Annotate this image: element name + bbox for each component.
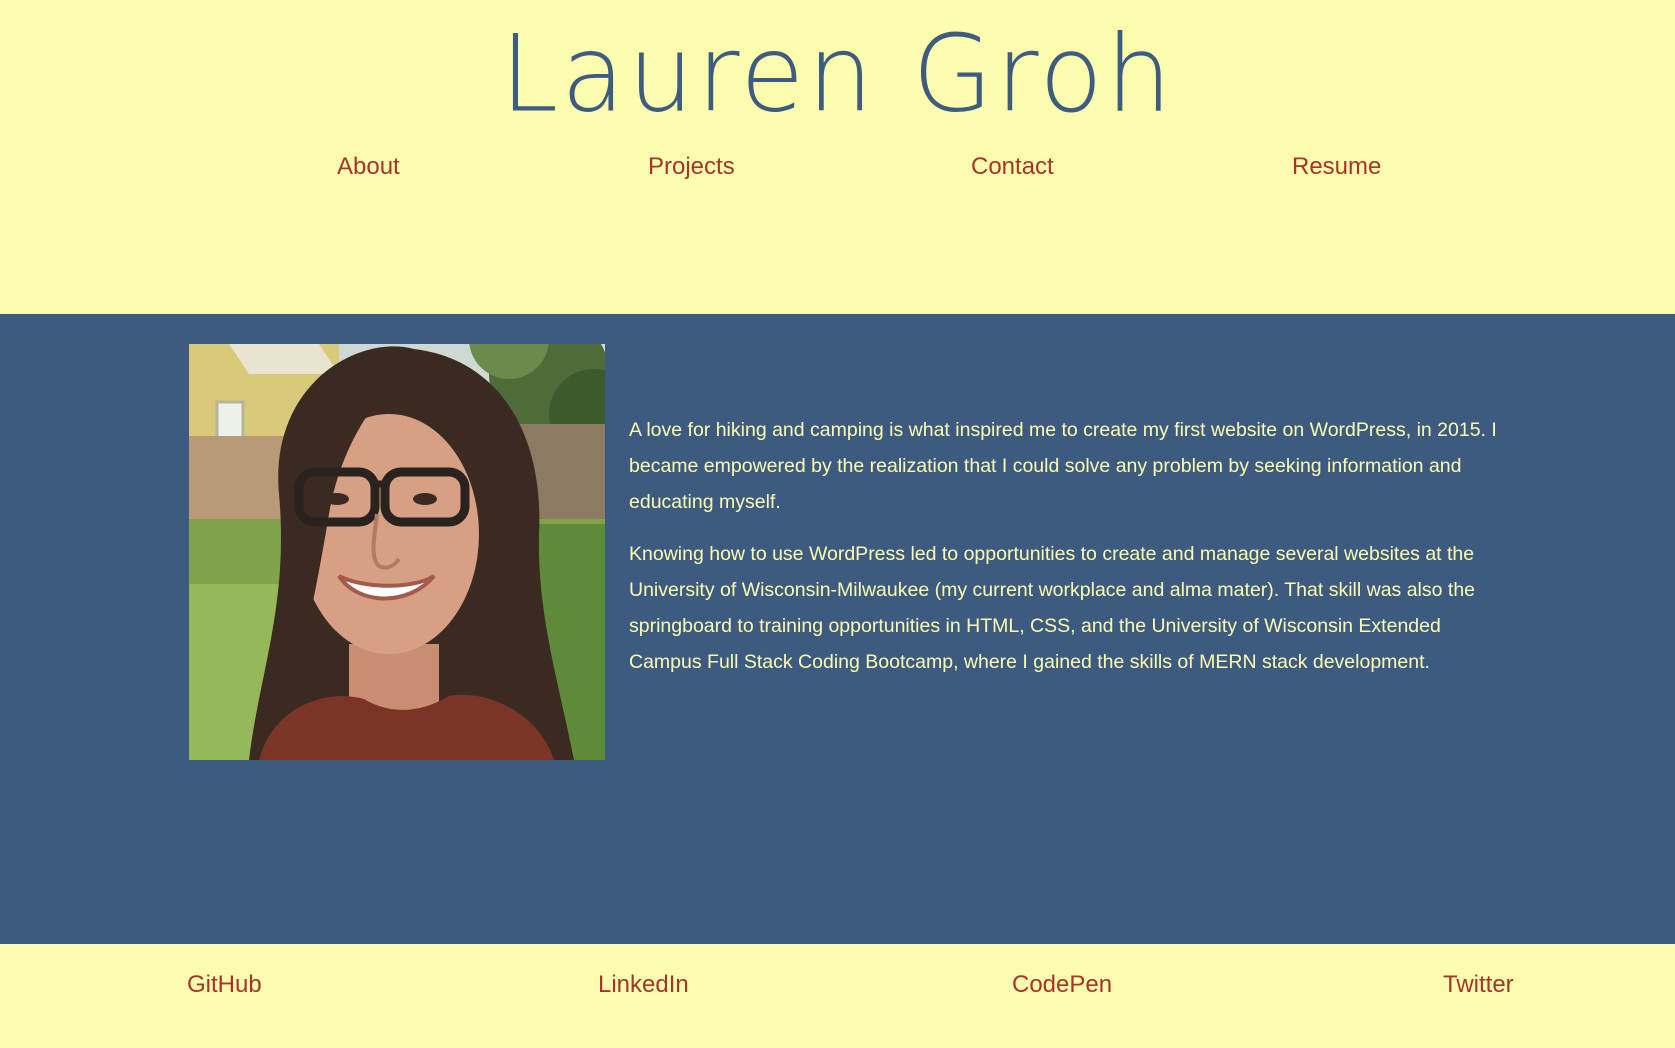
nav-link-about[interactable]: About [337,152,400,182]
footer-link-github[interactable]: GitHub [187,970,262,1000]
about-text: A love for hiking and camping is what in… [629,412,1499,696]
site-footer: GitHub LinkedIn CodePen Twitter [0,944,1675,1048]
about-paragraph-2: Knowing how to use WordPress led to oppo… [629,543,1476,673]
footer-link-twitter[interactable]: Twitter [1443,970,1514,1000]
footer-link-linkedin[interactable]: LinkedIn [598,970,689,1000]
nav-link-projects[interactable]: Projects [648,152,735,182]
footer-link-codepen[interactable]: CodePen [1012,970,1112,1000]
about-section: A love for hiking and camping is what in… [0,314,1675,944]
site-header: Lauren Groh About Projects Contact Resum… [0,0,1675,314]
nav-link-contact[interactable]: Contact [971,152,1054,182]
about-paragraph-1: A love for hiking and camping is what in… [629,419,1497,513]
page: Lauren Groh About Projects Contact Resum… [0,0,1675,1048]
site-title: Lauren Groh [500,11,1175,137]
portrait-photo [189,344,605,760]
person-photo-icon [189,344,605,760]
nav-link-resume[interactable]: Resume [1292,152,1381,182]
